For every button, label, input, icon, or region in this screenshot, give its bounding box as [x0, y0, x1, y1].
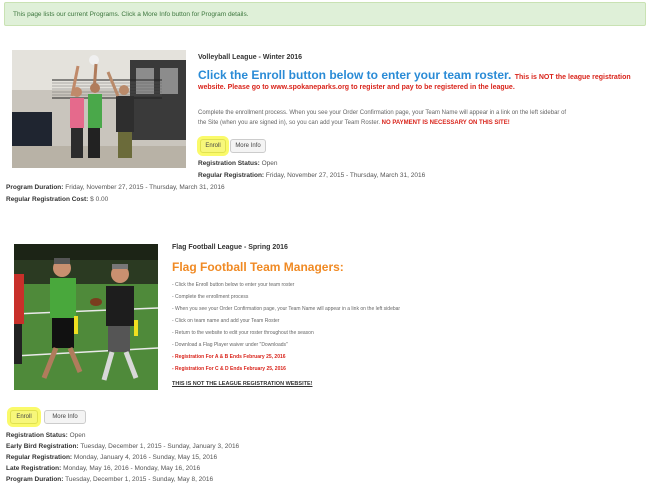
volleyball-more-info-button[interactable]: More Info	[230, 139, 266, 153]
flag-bullet-5: - Return to the website to edit your ros…	[172, 330, 314, 336]
alert-text: This page lists our current Programs. Cl…	[13, 11, 249, 18]
flag-status-label: Registration Status:	[6, 432, 68, 439]
flag-status-value: Open	[69, 432, 86, 439]
flag-late-value: Monday, May 16, 2016 - Monday, May 16, 2…	[63, 465, 201, 472]
flag-late-registration: Late Registration: Monday, May 16, 2016 …	[6, 465, 200, 472]
flag-early-value: Tuesday, December 1, 2015 - Sunday, Janu…	[80, 443, 240, 450]
flag-regular-value: Monday, January 4, 2016 - Sunday, May 15…	[73, 454, 218, 461]
flag-duration-label: Program Duration:	[6, 476, 64, 483]
volleyball-desc-line1: Complete the enrollment process. When yo…	[198, 110, 567, 116]
volleyball-desc-line2: the Site (when you are signed in), so yo…	[198, 120, 510, 126]
volleyball-desc-line2-text: the Site (when you are signed in), so yo…	[198, 120, 380, 126]
flag-late-label: Late Registration:	[6, 465, 62, 472]
flag-more-info-button[interactable]: More Info	[44, 410, 86, 424]
volleyball-program-duration: Program Duration: Friday, November 27, 2…	[6, 184, 225, 191]
flag-bullet-6: - Download a Flag Player waiver under "D…	[172, 342, 288, 348]
volleyball-photo	[12, 50, 186, 168]
volleyball-duration-label: Program Duration:	[6, 184, 64, 191]
volleyball-registration-status: Registration Status: Open	[198, 160, 277, 167]
flag-bullet-2: - Complete the enrollment process	[172, 294, 249, 300]
flag-registration-status: Registration Status: Open	[6, 432, 85, 439]
volleyball-notice-part1: This is NOT the league registration	[514, 74, 631, 81]
flag-not-registration-site: THIS IS NOT THE LEAGUE REGISTRATION WEBS…	[172, 381, 313, 387]
volleyball-cost-label: Regular Registration Cost:	[6, 196, 89, 203]
flag-regular-label: Regular Registration:	[6, 454, 73, 461]
volleyball-regular-value: Friday, November 27, 2015 - Thursday, Ma…	[265, 172, 426, 179]
flag-early-label: Early Bird Registration:	[6, 443, 79, 450]
volleyball-enroll-button[interactable]: Enroll	[200, 139, 226, 153]
flag-football-photo	[14, 244, 158, 390]
flag-program-duration: Program Duration: Tuesday, December 1, 2…	[6, 476, 213, 483]
flag-bullet-4: - Click on team name and add your Team R…	[172, 318, 280, 324]
volleyball-notice-part2: website. Please go to www.spokaneparks.o…	[198, 84, 515, 91]
flag-regular-registration: Regular Registration: Monday, January 4,…	[6, 454, 217, 461]
volleyball-duration-value: Friday, November 27, 2015 - Thursday, Ma…	[65, 184, 225, 191]
info-alert: This page lists our current Programs. Cl…	[4, 2, 646, 26]
flag-deadline-cd: - Registration For C & D Ends February 2…	[172, 366, 286, 372]
volleyball-cost-value: $ 0.00	[90, 196, 109, 203]
volleyball-status-value: Open	[261, 160, 278, 167]
flag-bullet-3: - When you see your Order Confirmation p…	[172, 306, 401, 312]
volleyball-regular-registration: Regular Registration: Friday, November 2…	[198, 172, 425, 179]
volleyball-regular-label: Regular Registration:	[198, 172, 265, 179]
volleyball-registration-cost: Regular Registration Cost: $ 0.00	[6, 196, 108, 203]
flag-football-title: Flag Football League - Spring 2016	[172, 244, 288, 251]
volleyball-title: Volleyball League - Winter 2016	[198, 54, 303, 61]
flag-duration-value: Tuesday, December 1, 2015 - Sunday, May …	[65, 476, 214, 483]
volleyball-status-label: Registration Status:	[198, 160, 260, 167]
flag-bullet-1: - Click the Enroll button below to enter…	[172, 282, 295, 288]
flag-football-headline: Flag Football Team Managers:	[172, 260, 344, 274]
volleyball-headline-text: Click the Enroll button below to enter y…	[198, 68, 512, 82]
flag-deadline-ab: - Registration For A & B Ends February 2…	[172, 354, 286, 360]
volleyball-headline: Click the Enroll button below to enter y…	[198, 68, 631, 82]
flag-early-bird-registration: Early Bird Registration: Tuesday, Decemb…	[6, 443, 239, 450]
volleyball-desc-red: NO PAYMENT IS NECESSARY ON THIS SITE!	[381, 120, 510, 126]
flag-enroll-button[interactable]: Enroll	[10, 410, 38, 424]
